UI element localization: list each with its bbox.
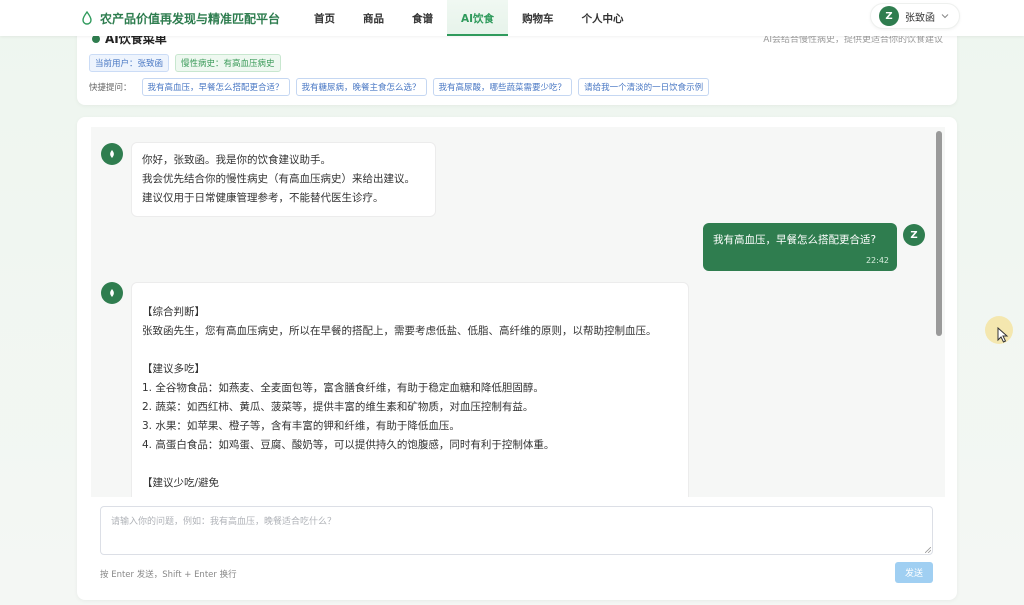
user-name: 张致函 [905, 12, 935, 24]
quick-question-chip[interactable]: 我有高尿酸，哪些蔬菜需要少吃？ [432, 78, 573, 96]
section-title: 【建议少吃/避免 [142, 477, 220, 489]
send-button[interactable]: 发送 [895, 562, 933, 583]
user-message: 我有高血压，早餐怎么搭配更合适? 22:42 [703, 223, 897, 271]
chat-panel: 你好，张致函。我是你的饮食建议助手。 我会优先结合你的慢性病史（有高血压病史）来… [77, 117, 957, 600]
nav-home[interactable]: 首页 [300, 0, 349, 36]
recommend-item: 2. 蔬菜：如西红柿、黄瓜、菠菜等，提供丰富的维生素和矿物质，对血压控制有益。 [142, 401, 534, 413]
quick-questions-label: 快捷提问： [89, 83, 132, 93]
input-hint: 按 Enter 发送，Shift + Enter 换行 [100, 570, 237, 580]
section-title: 【综合判断】 [142, 306, 205, 318]
quick-question-chip[interactable]: 请给我一个清淡的一日饮食示例 [578, 78, 710, 96]
assistant-avatar [101, 282, 123, 304]
message-line: 我会优先结合你的慢性病史（有高血压病史）来给出建议。 [142, 173, 415, 185]
quick-question-chip[interactable]: 我有高血压，早餐怎么搭配更合适？ [141, 78, 290, 96]
ai-diet-info-card: AI饮食菜单 AI会结合慢性病史，提供更适合你的饮食建议 当前用户：张致函 慢性… [77, 28, 957, 105]
nav-profile[interactable]: 个人中心 [568, 0, 638, 36]
nav-ai-diet[interactable]: AI饮食 [447, 0, 509, 36]
resize-handle-icon[interactable] [925, 547, 931, 553]
assistant-avatar [101, 143, 123, 165]
assistant-message: 你好，张致函。我是你的饮食建议助手。 我会优先结合你的慢性病史（有高血压病史）来… [131, 142, 436, 217]
user-avatar: Z [879, 6, 899, 26]
brand-title: 农产品价值再发现与精准匹配平台 [100, 11, 281, 26]
nav-cart[interactable]: 购物车 [508, 0, 568, 36]
leaf-icon [110, 289, 114, 297]
section-title: 【建议多吃】 [142, 363, 205, 375]
question-input[interactable] [100, 506, 933, 555]
recommend-item: 3. 水果：如苹果、橙子等，含有丰富的钾和纤维，有助于降低血压。 [142, 420, 460, 432]
leaf-drop-icon [82, 11, 92, 25]
message-line: 你好，张致函。我是你的饮食建议助手。 [142, 154, 331, 166]
recommend-item: 4. 高蛋白食品：如鸡蛋、豆腐、酸奶等，可以提供持久的饱腹感，同时有利于控制体重… [142, 439, 555, 451]
user-tags: 当前用户：张致函 慢性病史：有高血压病史 [89, 54, 281, 72]
message-text: 我有高血压，早餐怎么搭配更合适? [713, 234, 877, 246]
main-nav: 首页 商品 食谱 AI饮食 购物车 个人中心 [300, 0, 638, 36]
top-navigation-bar: 农产品价值再发现与精准匹配平台 首页 商品 食谱 AI饮食 购物车 个人中心 Z… [0, 0, 1024, 36]
message-scrollbar[interactable] [936, 131, 942, 336]
recommend-item: 1. 全谷物食品：如燕麦、全麦面包等，富含膳食纤维，有助于稳定血糖和降低胆固醇。 [142, 382, 544, 394]
assistant-reply: 【综合判断】 张致函先生，您有高血压病史，所以在早餐的搭配上，需要考虑低盐、低脂… [131, 282, 689, 497]
message-list[interactable]: 你好，张致函。我是你的饮食建议助手。 我会优先结合你的慢性病史（有高血压病史）来… [91, 127, 945, 497]
chronic-disease-tag: 慢性病史：有高血压病史 [175, 54, 281, 72]
section-text: 张致函先生，您有高血压病史，所以在早餐的搭配上，需要考虑低盐、低脂、高纤维的原则… [142, 325, 657, 337]
quick-question-chip[interactable]: 我有糖尿病，晚餐主食怎么选？ [295, 78, 427, 96]
current-user-tag: 当前用户：张致函 [89, 54, 170, 72]
chevron-down-icon [941, 14, 949, 19]
mouse-pointer-icon [997, 327, 1009, 343]
leaf-icon [110, 150, 114, 158]
message-line: 建议仅用于日常健康管理参考，不能替代医生诊疗。 [142, 192, 384, 204]
user-message-avatar: Z [903, 224, 925, 246]
quick-questions: 快捷提问： 我有高血压，早餐怎么搭配更合适？ 我有糖尿病，晚餐主食怎么选？ 我有… [89, 78, 710, 96]
nav-products[interactable]: 商品 [349, 0, 398, 36]
brand-logo[interactable]: 农产品价值再发现与精准匹配平台 [80, 10, 280, 27]
user-menu[interactable]: Z 张致函 [870, 3, 960, 29]
message-time: 22:42 [865, 256, 889, 265]
nav-recipes[interactable]: 食谱 [398, 0, 447, 36]
